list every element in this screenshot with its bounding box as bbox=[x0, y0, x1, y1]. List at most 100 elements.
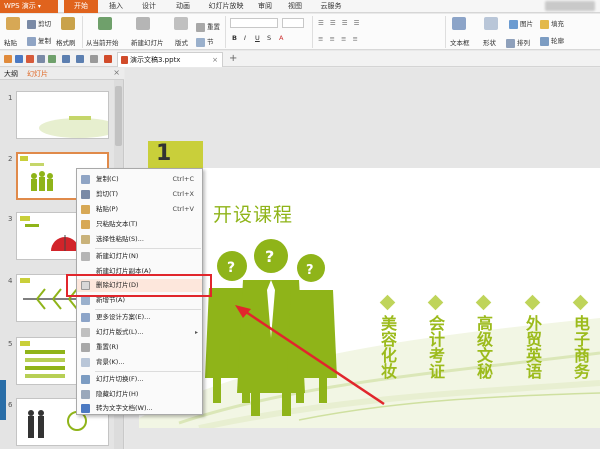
font-size-select[interactable] bbox=[282, 18, 304, 28]
tab-slideshow[interactable]: 幻灯片放映 bbox=[202, 0, 250, 13]
document-tab[interactable]: 演示文稿3.pptx × bbox=[117, 52, 223, 67]
shape-icon[interactable] bbox=[484, 17, 498, 30]
course-item[interactable]: 高级文秘 bbox=[471, 294, 495, 379]
copy-icon bbox=[27, 36, 36, 46]
reset-icon bbox=[81, 343, 90, 352]
preview-icon[interactable] bbox=[48, 55, 56, 63]
new-slide-button[interactable]: 新建幻灯片 bbox=[131, 37, 164, 47]
cut-label: 剪切 bbox=[38, 20, 51, 28]
slide-thumbnail[interactable] bbox=[16, 91, 109, 139]
arrange-button[interactable]: 排列 bbox=[506, 37, 530, 48]
undo-icon[interactable] bbox=[62, 55, 70, 63]
format-painter-button[interactable]: 格式刷 bbox=[56, 37, 76, 47]
outline-button[interactable]: 轮廓 bbox=[540, 35, 564, 46]
paragraph-list-icons[interactable]: ☰ ☰ ☰ ☰ bbox=[318, 19, 362, 27]
menu-item-cut[interactable]: 剪切(T) Ctrl+X bbox=[77, 188, 202, 201]
diamond-icon bbox=[427, 294, 443, 311]
fill-button[interactable]: 填充 bbox=[540, 18, 564, 29]
tab-view[interactable]: 视图 bbox=[284, 0, 306, 13]
course-item[interactable]: 外贸英语 bbox=[520, 294, 544, 379]
format-painter-icon[interactable] bbox=[61, 17, 75, 30]
tab-review[interactable]: 审阅 bbox=[254, 0, 276, 13]
tab-animation[interactable]: 动画 bbox=[170, 0, 196, 13]
menu-item-hide-slide[interactable]: 隐藏幻灯片(H) bbox=[77, 388, 202, 401]
new-slide-icon[interactable] bbox=[136, 17, 150, 30]
picture-button[interactable]: 图片 bbox=[509, 18, 533, 29]
menu-item-background[interactable]: 背景(K)... bbox=[77, 356, 202, 369]
course-item[interactable]: 美容化妆 bbox=[375, 294, 399, 379]
user-account[interactable] bbox=[545, 1, 595, 11]
customize-icon[interactable] bbox=[90, 55, 98, 63]
print-icon[interactable] bbox=[37, 55, 45, 63]
scrollbar-thumb[interactable] bbox=[115, 86, 122, 146]
tab-cloud[interactable]: 云服务 bbox=[314, 0, 348, 13]
copy-button[interactable]: 复制 bbox=[27, 35, 51, 46]
tab-insert[interactable]: 插入 bbox=[104, 0, 128, 13]
menu-item-label: 重置(R) bbox=[96, 343, 119, 351]
save-icon[interactable] bbox=[15, 55, 23, 63]
folder-icon[interactable] bbox=[4, 55, 12, 63]
chevron-down-icon: ▾ bbox=[37, 3, 41, 10]
tab-outline[interactable]: 大纲 bbox=[4, 69, 18, 79]
shadow-button[interactable]: S bbox=[267, 34, 271, 42]
course-label: 会计考证 bbox=[426, 315, 445, 379]
paragraph-align-icons[interactable]: ≡ ≡ ≡ ≡ bbox=[318, 35, 360, 43]
presentation-file-icon bbox=[121, 56, 128, 64]
textbox-button[interactable]: 文本框 bbox=[450, 37, 470, 47]
slide-title[interactable]: 开设课程 bbox=[213, 200, 293, 227]
menu-item-new-slide[interactable]: 新建幻灯片(N) bbox=[77, 250, 202, 263]
menu-item-reset[interactable]: 重置(R) bbox=[77, 341, 202, 354]
new-tab-icon[interactable]: + bbox=[229, 53, 237, 64]
tab-design[interactable]: 设计 bbox=[136, 0, 162, 13]
menu-item-shortcut: Ctrl+X bbox=[172, 190, 194, 198]
menu-item-paste[interactable]: 粘贴(P) Ctrl+V bbox=[77, 203, 202, 216]
close-icon[interactable]: × bbox=[212, 53, 218, 67]
layout-icon[interactable] bbox=[174, 17, 188, 30]
menu-item-transition[interactable]: 幻灯片切换(F)... bbox=[77, 373, 202, 386]
section-button[interactable]: 节 bbox=[196, 36, 214, 47]
reset-button[interactable]: 重置 bbox=[196, 21, 220, 32]
app-menu-button[interactable]: WPS 演示 ▾ bbox=[0, 0, 58, 13]
menu-item-convert-to-doc[interactable]: 转为文字文档(W)... bbox=[77, 402, 202, 415]
bold-button[interactable]: B bbox=[232, 34, 237, 42]
textbox-icon[interactable] bbox=[452, 17, 466, 30]
menu-item-more-designs[interactable]: 更多设计方案(E)... bbox=[77, 311, 202, 324]
slide-number: 3 bbox=[8, 215, 13, 223]
from-current-button[interactable]: 从当前开始 bbox=[86, 37, 119, 47]
menu-item-label: 幻灯片切换(F)... bbox=[96, 375, 144, 383]
menu-item-paste-text[interactable]: 只粘贴文本(T) bbox=[77, 218, 202, 231]
paste-button[interactable]: 粘贴 bbox=[4, 37, 17, 47]
new-slide-icon bbox=[81, 252, 90, 261]
shape-button[interactable]: 形状 bbox=[483, 37, 496, 47]
design-icon bbox=[81, 313, 90, 322]
layout-button[interactable]: 版式 bbox=[175, 37, 188, 47]
cut-button[interactable]: 剪切 bbox=[27, 18, 51, 29]
side-handle[interactable] bbox=[0, 380, 6, 420]
export-pdf-icon[interactable] bbox=[26, 55, 34, 63]
redo-icon[interactable] bbox=[76, 55, 84, 63]
paste-icon[interactable] bbox=[6, 17, 20, 30]
picture-icon bbox=[509, 19, 518, 29]
menu-item-paste-special[interactable]: 选择性粘贴(S)... bbox=[77, 233, 202, 246]
diamond-icon bbox=[572, 294, 588, 311]
underline-button[interactable]: U bbox=[255, 34, 260, 42]
tab-home[interactable]: 开始 bbox=[64, 0, 98, 13]
menu-item-label: 隐藏幻灯片(H) bbox=[96, 390, 139, 398]
ribbon-toolbar: 粘贴 剪切 复制 格式刷 从当前开始 新建幻灯片 版式 重置 节 B I U S… bbox=[0, 14, 600, 50]
fill-label: 填充 bbox=[551, 20, 564, 28]
play-icon[interactable] bbox=[98, 17, 112, 30]
slide-number: 1 bbox=[8, 94, 13, 102]
close-icon[interactable]: × bbox=[113, 68, 120, 77]
menu-item-label: 粘贴(P) bbox=[96, 205, 118, 213]
font-name-select[interactable] bbox=[230, 18, 278, 28]
menu-item-copy[interactable]: 复制(C) Ctrl+C bbox=[77, 173, 202, 186]
font-color-button[interactable]: A bbox=[279, 34, 283, 42]
tab-slides[interactable]: 幻灯片 bbox=[27, 69, 48, 79]
menu-item-slide-layout[interactable]: 幻灯片版式(L)... ▸ bbox=[77, 326, 202, 339]
course-item[interactable]: 电子商务 bbox=[568, 294, 592, 379]
course-label: 外贸英语 bbox=[523, 315, 542, 379]
course-item[interactable]: 会计考证 bbox=[423, 294, 447, 379]
course-label: 美容化妆 bbox=[378, 315, 397, 379]
italic-button[interactable]: I bbox=[244, 34, 246, 42]
svg-text:?: ? bbox=[265, 247, 274, 266]
